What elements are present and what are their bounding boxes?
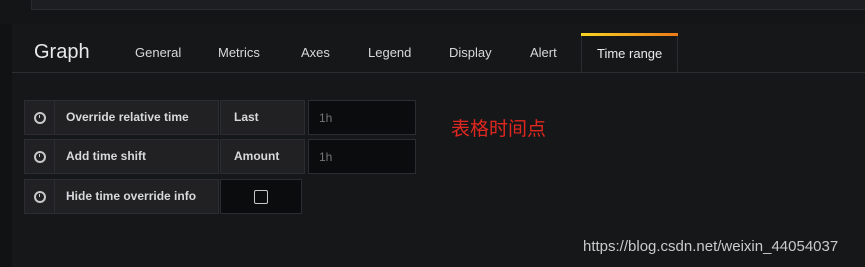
annotation-text: 表格时间点 — [451, 118, 547, 140]
tab-alert[interactable]: Alert — [530, 45, 557, 60]
hide-time-override-icon-cell — [24, 179, 55, 214]
clock-icon — [33, 190, 46, 203]
panel-type-title: Graph — [34, 41, 90, 63]
override-relative-time-label: Override relative time — [55, 100, 219, 135]
tab-time-range[interactable]: Time range — [581, 33, 679, 72]
amount-label: Amount — [220, 139, 305, 174]
clock-icon — [33, 111, 46, 124]
hide-time-override-label: Hide time override info — [55, 179, 219, 214]
tab-general[interactable]: General — [135, 45, 181, 60]
tab-legend[interactable]: Legend — [368, 45, 411, 60]
time-shift-input[interactable] — [308, 139, 416, 174]
hide-time-override-toggle[interactable] — [220, 179, 302, 214]
top-panel-edge — [31, 0, 865, 10]
tab-metrics[interactable]: Metrics — [218, 45, 260, 60]
clock-icon — [33, 150, 46, 163]
watermark: https://blog.csdn.net/weixin_44054037 — [583, 238, 839, 255]
override-relative-time-icon-cell — [24, 100, 55, 135]
add-time-shift-label: Add time shift — [55, 139, 219, 174]
tab-display[interactable]: Display — [449, 45, 492, 60]
hide-time-override-checkbox[interactable] — [254, 189, 268, 204]
last-label: Last — [220, 100, 305, 135]
tab-axes[interactable]: Axes — [301, 45, 330, 60]
editor-tab-bar: Graph General Metrics Axes Legend Displa… — [12, 33, 865, 73]
add-time-shift-icon-cell — [24, 139, 55, 174]
top-panel-area — [0, 0, 865, 24]
override-relative-time-input[interactable] — [308, 100, 416, 135]
